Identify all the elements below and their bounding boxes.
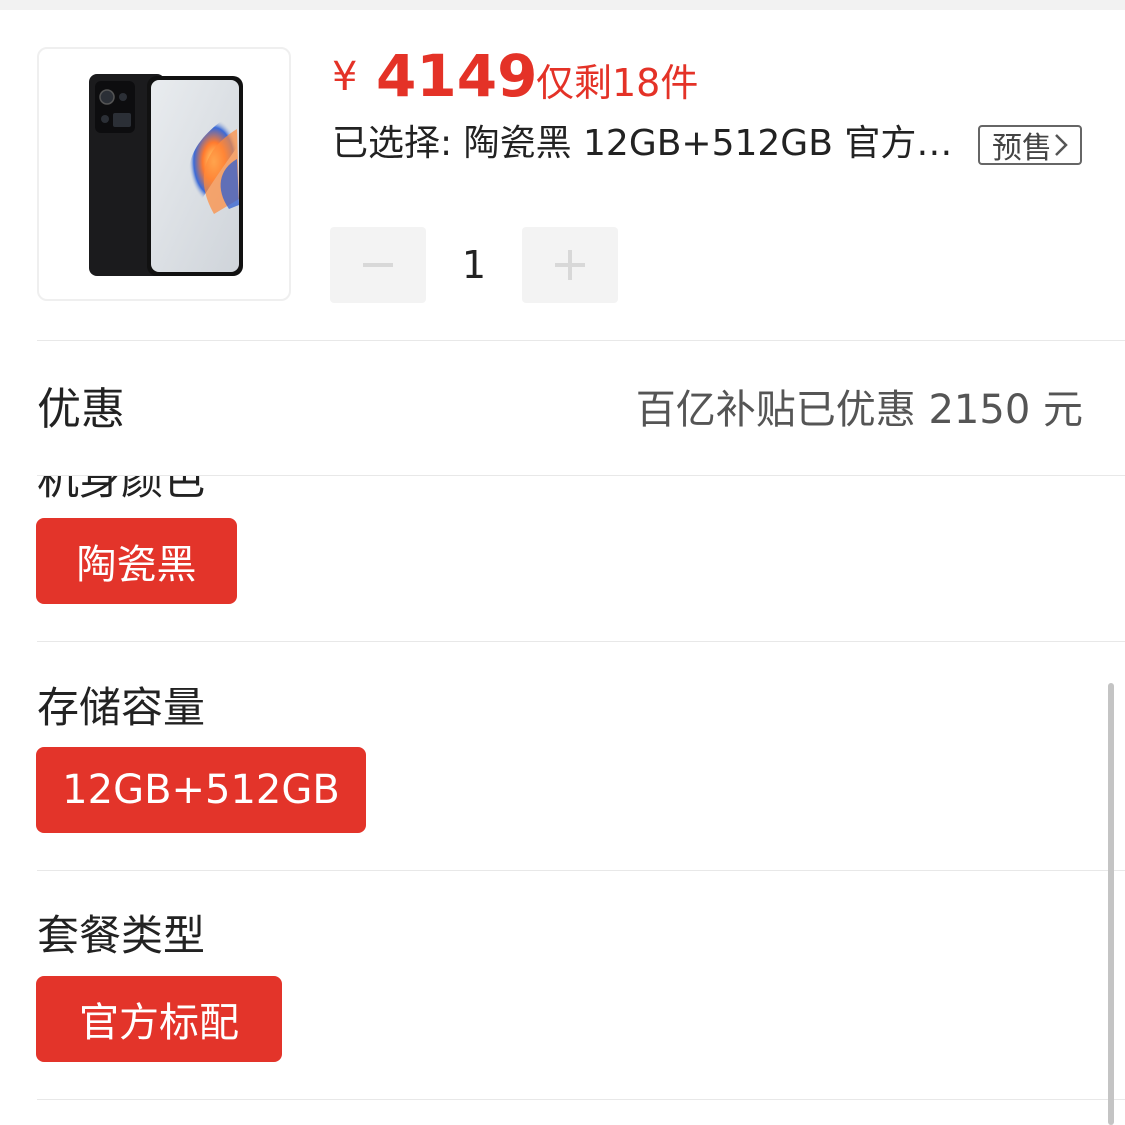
package-option-button[interactable]: 官方标配 — [36, 976, 282, 1062]
options-scroll-area[interactable]: 机身颜色 陶瓷黑 存储容量 12GB+512GB 套餐类型 官方标配 — [0, 476, 1125, 1125]
scrollbar[interactable] — [1108, 683, 1114, 1125]
storage-section-title: 存储容量 — [37, 683, 206, 732]
presale-label: 预售 — [992, 131, 1052, 166]
color-option-button[interactable]: 陶瓷黑 — [36, 518, 237, 604]
top-band — [0, 0, 1125, 10]
divider — [37, 870, 1125, 871]
discount-label: 优惠 — [37, 384, 125, 435]
package-section-title: 套餐类型 — [37, 911, 206, 960]
minus-icon — [363, 263, 393, 267]
storage-option-button[interactable]: 12GB+512GB — [36, 747, 366, 833]
price-amount: 4149 — [376, 42, 538, 110]
stock-remaining: 仅剩18件 — [536, 61, 699, 105]
divider — [37, 340, 1125, 341]
phone-image — [89, 74, 243, 276]
presale-tag[interactable]: 预售 — [978, 125, 1082, 166]
divider — [37, 1099, 1125, 1100]
quantity-value[interactable]: 1 — [426, 227, 522, 303]
product-thumbnail[interactable] — [37, 47, 291, 301]
selected-spec[interactable]: 已选择: 陶瓷黑 12GB+512GB 官方标配 — [332, 120, 968, 168]
discount-value: 百亿补贴已优惠 2150 元 — [635, 387, 1083, 433]
divider — [37, 641, 1125, 642]
color-section-title: 机身颜色 — [37, 476, 206, 504]
chevron-right-icon — [1055, 134, 1068, 156]
increase-quantity-button[interactable] — [522, 227, 618, 303]
decrease-quantity-button[interactable] — [330, 227, 426, 303]
currency-symbol: ¥ — [332, 54, 358, 100]
